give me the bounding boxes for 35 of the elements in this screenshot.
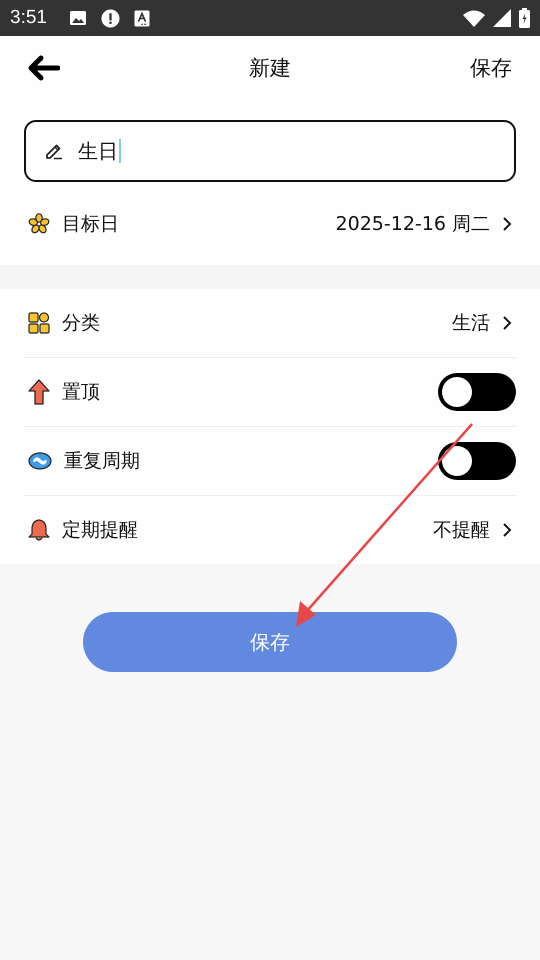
repeat-cycle-icon: [28, 451, 52, 471]
row-label: 置顶: [62, 380, 100, 405]
signal-icon: [493, 9, 511, 27]
font-a-icon: [134, 10, 150, 26]
target-date-row[interactable]: 目标日 2025-12-16 周二: [24, 182, 516, 265]
battery-icon: [519, 8, 530, 28]
bell-icon: [28, 518, 50, 542]
image-icon: [68, 10, 87, 26]
toggle-switch[interactable]: [438, 373, 516, 411]
input-field[interactable]: 生日: [24, 120, 516, 182]
chevron-right-icon: [502, 216, 512, 232]
up-arrow-icon: [28, 379, 50, 405]
row-label: 分类: [62, 311, 100, 336]
row-label: 目标日: [62, 212, 119, 236]
settings-row[interactable]: 重复周期: [24, 427, 516, 496]
settings-row[interactable]: 分类 生活: [24, 289, 516, 358]
text-cursor: [119, 139, 121, 163]
row-label: 重复周期: [64, 449, 140, 474]
alert-icon: [100, 8, 120, 28]
settings-row[interactable]: 定期提醒 不提醒: [24, 496, 516, 564]
wifi-icon: [463, 10, 485, 26]
chevron-right-icon: [502, 315, 512, 331]
page-title: 新建: [249, 55, 291, 82]
row-value: 不提醒: [433, 518, 490, 543]
back-arrow-icon[interactable]: [28, 55, 60, 81]
row-value: 生活: [452, 311, 490, 336]
settings-row[interactable]: 置顶: [24, 358, 516, 427]
row-value: 2025-12-16 周二: [336, 212, 490, 236]
chevron-right-icon: [502, 522, 512, 538]
flower-icon: [28, 212, 50, 234]
status-time: 3:51: [10, 7, 47, 29]
save-link[interactable]: 保存: [470, 54, 512, 82]
row-label: 定期提醒: [62, 518, 138, 543]
category-grid-icon: [28, 312, 50, 334]
toggle-switch[interactable]: [438, 442, 516, 480]
